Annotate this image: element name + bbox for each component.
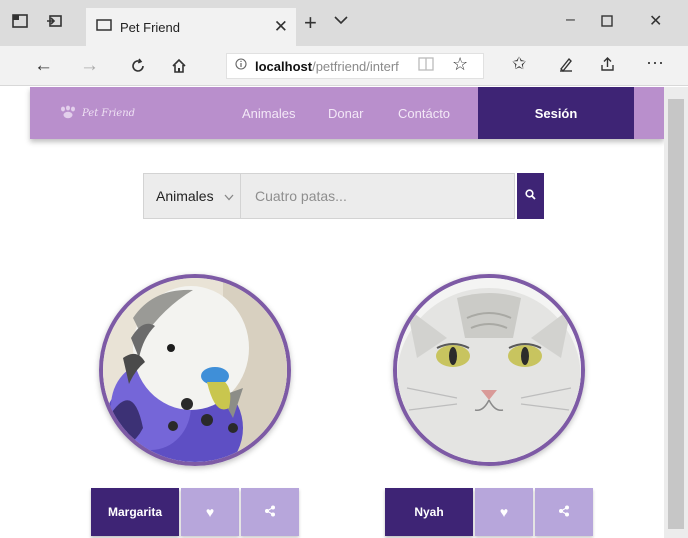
favorites-icon[interactable]: ✩ (512, 54, 526, 74)
tab-list-chevron-icon[interactable] (334, 12, 348, 30)
reading-view-icon[interactable] (418, 57, 434, 76)
address-toolbar: ← → localhost/petfriend/interf ☆ ✩ ··· (0, 46, 688, 86)
search-icon (525, 187, 536, 205)
minimize-icon[interactable]: – (566, 11, 575, 29)
pet-name-button[interactable]: Nyah (385, 488, 473, 536)
page-viewport: Pet Friend Animales Donar Contácto Sesió… (0, 87, 664, 538)
forward-icon[interactable]: → (80, 55, 99, 77)
new-tab-icon[interactable]: + (304, 10, 317, 36)
share-button[interactable] (535, 488, 593, 536)
refresh-icon[interactable] (130, 55, 146, 80)
vertical-scrollbar[interactable] (664, 87, 688, 538)
window-close-icon[interactable]: ✕ (649, 11, 662, 31)
maximize-icon[interactable] (601, 11, 613, 32)
tab-preview-icon[interactable] (12, 14, 28, 28)
search-bar: Animales (143, 173, 544, 219)
info-icon[interactable] (235, 57, 247, 75)
favorite-button[interactable]: ♥ (475, 488, 533, 536)
pet-name-button[interactable]: Margarita (91, 488, 179, 536)
set-aside-tabs-icon[interactable] (46, 14, 62, 28)
share-alt-icon (264, 504, 276, 520)
scrollbar-thumb[interactable] (668, 99, 684, 529)
nav-link-donar[interactable]: Donar (328, 106, 363, 121)
search-button[interactable] (517, 173, 544, 219)
tab-title: Pet Friend (120, 19, 180, 35)
favorite-button[interactable]: ♥ (181, 488, 239, 536)
search-input[interactable] (241, 173, 515, 219)
home-icon[interactable] (171, 55, 187, 80)
share-icon[interactable] (600, 56, 616, 77)
session-button[interactable]: Sesión (478, 87, 634, 139)
url-path: /petfriend/interf (312, 58, 399, 74)
browser-tab[interactable]: Pet Friend ✕ (86, 8, 296, 46)
site-logo[interactable]: Pet Friend (58, 105, 135, 122)
back-icon[interactable]: ← (34, 55, 53, 77)
notes-icon[interactable] (558, 56, 574, 77)
chevron-down-icon (224, 188, 234, 204)
category-select[interactable]: Animales (143, 173, 241, 219)
tab-favicon (96, 18, 112, 36)
nav-link-contacto[interactable]: Contácto (398, 106, 450, 121)
url-host: localhost (255, 58, 313, 74)
category-select-value: Animales (156, 188, 214, 204)
heart-icon: ♥ (205, 504, 215, 520)
browser-tab-bar: Pet Friend ✕ + – ✕ (0, 0, 688, 46)
close-icon[interactable]: ✕ (274, 17, 288, 37)
share-alt-icon (558, 504, 570, 520)
share-button[interactable] (241, 488, 299, 536)
nav-link-animales[interactable]: Animales (242, 106, 295, 121)
pet-photo-budgie[interactable] (99, 274, 291, 466)
pet-photo-cat[interactable] (393, 274, 585, 466)
paw-icon (58, 105, 78, 122)
favorite-star-icon[interactable]: ☆ (452, 54, 468, 75)
site-navbar: Pet Friend Animales Donar Contácto Sesió… (30, 87, 664, 139)
more-icon[interactable]: ··· (646, 52, 664, 73)
heart-icon: ♥ (499, 504, 509, 520)
address-bar[interactable]: localhost/petfriend/interf (226, 53, 484, 79)
logo-text: Pet Friend (82, 108, 136, 119)
